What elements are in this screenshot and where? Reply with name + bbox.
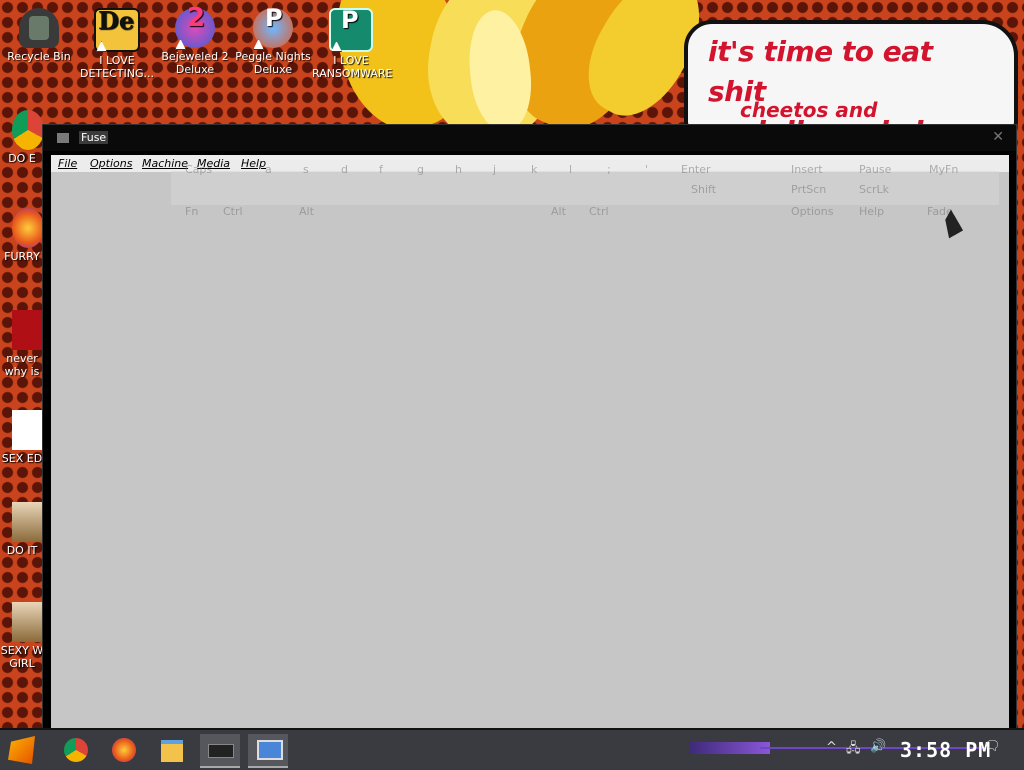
desktop-icon-label: Bejeweled 2 Deluxe <box>161 50 229 76</box>
desktop-icon-bejeweled[interactable]: 2 Bejeweled 2 Deluxe <box>156 5 234 76</box>
desktop-icon-firefox[interactable]: FURRY <box>0 208 44 263</box>
portrait-icon <box>12 502 44 542</box>
desktop-icon-label: DO IT <box>6 544 38 557</box>
key-j: j <box>493 163 497 176</box>
title-bar[interactable]: Fuse ✕ <box>43 125 1016 151</box>
chevron-up-icon[interactable]: ^ <box>826 740 837 755</box>
key-ctrl-right: Ctrl <box>589 205 609 218</box>
desktop-icon-hex[interactable]: SEX ED <box>0 410 44 465</box>
dev-cpp-icon <box>12 310 44 350</box>
taskbar-remote-desktop[interactable] <box>248 734 288 768</box>
shortcut-arrow-icon <box>96 41 107 52</box>
volume-icon[interactable]: 🔊 <box>870 739 886 754</box>
speech-text-continued: cheetos and <box>740 98 878 122</box>
keyboard-overlay: Caps a s d f g h j k l ; ' Enter Insert … <box>171 163 999 218</box>
desktop-icon-label: FURRY <box>4 250 40 263</box>
firefox-icon <box>12 208 44 248</box>
fuse-icon <box>208 744 234 758</box>
desktop-icon-sexy-girl[interactable]: SEXY W GIRL <box>0 602 44 670</box>
key-prtscn: PrtScn <box>791 183 827 196</box>
menu-file[interactable]: File <box>58 157 77 170</box>
key-d: d <box>341 163 348 176</box>
key-shift: Shift <box>691 183 717 196</box>
taskbar-fuse[interactable] <box>200 734 240 768</box>
desktop-icon-label: I LOVE DETECTING... <box>80 54 154 80</box>
menu-options[interactable]: Options <box>90 157 132 170</box>
desktop-icon-label: Peggle Nights Deluxe <box>235 50 311 76</box>
shortcut-arrow-icon <box>175 39 186 50</box>
key-alt-right: Alt <box>551 205 566 218</box>
desktop-icon-detecting[interactable]: De I LOVE DETECTING... <box>78 8 156 80</box>
key-help: Help <box>859 205 885 218</box>
key-l: l <box>569 163 573 176</box>
desktop-icon-dev-cpp[interactable]: never why is <box>0 310 44 378</box>
window-title: Fuse <box>79 131 109 144</box>
key-k: k <box>531 163 538 176</box>
key-insert: Insert <box>791 163 823 176</box>
key-myfn: MyFn <box>929 163 959 176</box>
desktop-icon-label: Recycle Bin <box>7 50 71 63</box>
key-quote: ' <box>645 163 649 176</box>
portrait-icon <box>12 602 44 642</box>
key-h: h <box>455 163 462 176</box>
emulator-display[interactable] <box>51 172 1009 728</box>
chrome-icon <box>12 110 44 150</box>
hex-editor-icon <box>12 410 44 450</box>
start-icon[interactable] <box>8 736 35 764</box>
desktop-icon-label: never why is <box>4 352 40 378</box>
key-s: s <box>303 163 309 176</box>
desktop-icon-ransomware[interactable]: P I LOVE RANSOMWARE <box>312 8 393 80</box>
desktop-icon-recycle-bin[interactable]: Recycle Bin <box>0 8 78 63</box>
desktop-icon-label: SEX ED <box>1 452 43 465</box>
key-caps: Caps <box>185 163 213 176</box>
key-ctrl: Ctrl <box>223 205 243 218</box>
key-semicolon: ; <box>607 163 611 176</box>
key-scrlk: ScrLk <box>859 183 890 196</box>
shortcut-arrow-icon <box>253 39 264 50</box>
publisher-icon: P <box>329 8 373 52</box>
key-enter: Enter <box>681 163 711 176</box>
taskbar-chrome[interactable] <box>56 734 96 766</box>
key-pause: Pause <box>859 163 892 176</box>
fuse-app-icon <box>57 133 69 143</box>
fuse-window[interactable]: Fuse ✕ File Options Machine Media Help C… <box>42 124 1017 732</box>
key-f: f <box>379 163 383 176</box>
desktop-icon-peggle[interactable]: P Peggle Nights Deluxe <box>234 6 312 76</box>
desktop-icon-label: I LOVE RANSOMWARE <box>312 54 393 80</box>
key-g: g <box>417 163 424 176</box>
remote-desktop-icon <box>257 740 283 760</box>
shortcut-arrow-icon <box>331 41 342 52</box>
de-app-icon: De <box>94 8 140 52</box>
chrome-icon <box>64 738 88 762</box>
taskbar-file-explorer[interactable] <box>152 734 192 766</box>
clock[interactable]: 3:58 PM <box>900 738 991 762</box>
decorative-bar <box>690 742 770 754</box>
taskbar: ^ 🖧 🔊 3:58 PM 🗨 <box>0 728 1024 770</box>
desktop-icon-label: DO E <box>8 152 36 165</box>
desktop-icon-chrome[interactable]: DO E <box>0 110 44 165</box>
network-icon[interactable]: 🖧 <box>846 739 861 761</box>
notification-icon[interactable]: 🗨 <box>984 739 1001 754</box>
key-fn: Fn <box>185 205 199 218</box>
key-alt: Alt <box>299 205 314 218</box>
peggle-icon: P <box>253 6 293 50</box>
desktop-icon-label: SEXY W GIRL <box>0 644 44 670</box>
firefox-icon <box>112 738 136 762</box>
bejeweled-icon: 2 <box>175 5 215 50</box>
close-button[interactable]: ✕ <box>992 129 1004 145</box>
key-a: a <box>265 163 272 176</box>
desktop-icon-do-it[interactable]: DO IT <box>0 502 44 557</box>
menu-machine[interactable]: Machine <box>142 157 188 170</box>
key-options: Options <box>791 205 834 218</box>
taskbar-firefox[interactable] <box>104 734 144 766</box>
recycle-bin-icon <box>19 8 59 48</box>
file-explorer-icon <box>161 740 183 762</box>
menu-help[interactable]: Help <box>241 157 266 170</box>
